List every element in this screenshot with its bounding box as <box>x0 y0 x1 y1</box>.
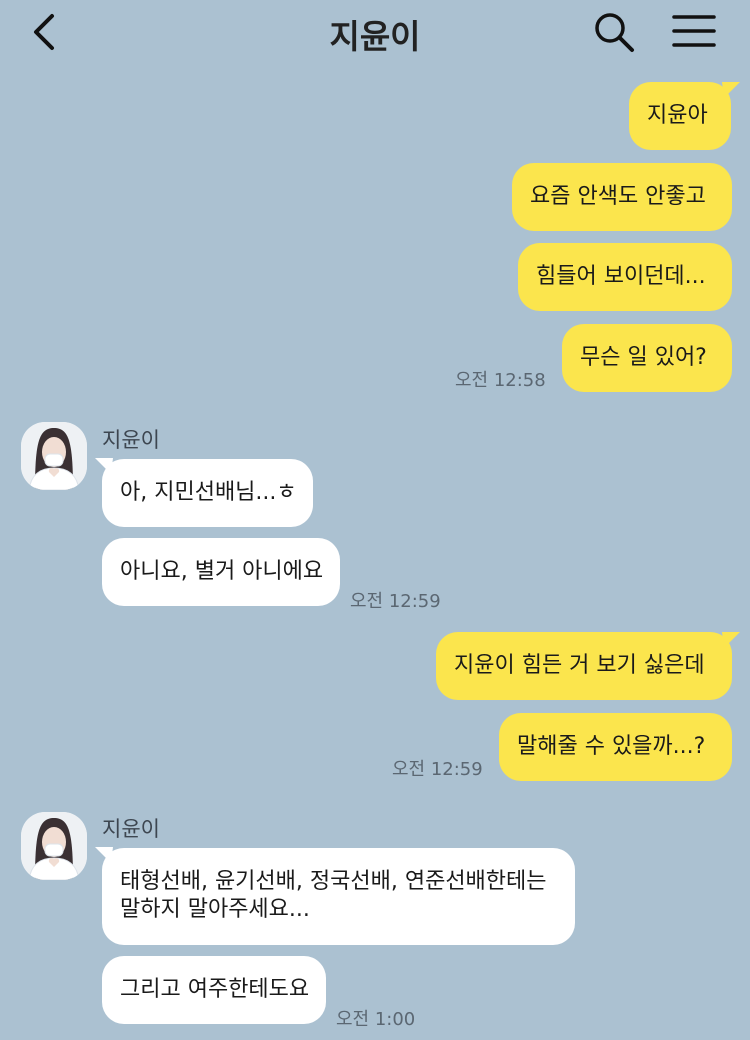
their-message-bubble[interactable]: 그리고 여주한테도요 <box>102 956 326 1024</box>
message-timestamp: 오전 12:59 <box>392 759 483 780</box>
sender-name: 지윤이 <box>102 428 160 452</box>
hamburger-menu-icon[interactable] <box>672 13 716 49</box>
my-message-bubble[interactable]: 요즘 안색도 안좋고 <box>512 163 732 231</box>
sender-name: 지윤이 <box>102 817 160 841</box>
profile-photo <box>21 812 87 880</box>
chat-title: 지윤이 <box>329 17 421 56</box>
their-message-bubble[interactable]: 태형선배, 윤기선배, 정국선배, 연준선배한테는 말하지 말아주세요... <box>102 848 575 945</box>
my-message-bubble[interactable]: 말해줄 수 있을까...? <box>499 713 732 781</box>
message-text: 힘들어 보이던데... <box>536 264 706 289</box>
message-text: 말해줄 수 있을까...? <box>517 734 706 759</box>
search-icon[interactable] <box>592 10 636 54</box>
message-text-line: 태형선배, 윤기선배, 정국선배, 연준선배한테는 <box>120 869 547 894</box>
their-message-bubble[interactable]: 아, 지민선배님...ㅎ <box>102 459 313 527</box>
message-text: 요즘 안색도 안좋고 <box>530 184 706 209</box>
message-text: 아니요, 별거 아니에요 <box>120 559 324 584</box>
message-text: 그리고 여주한테도요 <box>120 977 310 1002</box>
message-text: 지윤이 힘든 거 보기 싫은데 <box>454 653 705 678</box>
profile-photo <box>21 422 87 490</box>
avatar[interactable] <box>21 422 87 490</box>
my-message-bubble[interactable]: 힘들어 보이던데... <box>518 243 732 311</box>
message-timestamp: 오전 12:58 <box>455 370 546 391</box>
chat-header: 지윤이 <box>0 0 750 64</box>
message-text: 무슨 일 있어? <box>580 345 707 370</box>
my-message-bubble[interactable]: 지윤아 <box>629 82 731 150</box>
my-bubble-tail <box>722 632 740 648</box>
my-message-bubble[interactable]: 무슨 일 있어? <box>562 324 732 392</box>
avatar[interactable] <box>21 812 87 880</box>
message-timestamp: 오전 12:59 <box>350 591 441 612</box>
their-message-bubble[interactable]: 아니요, 별거 아니에요 <box>102 538 340 606</box>
message-timestamp: 오전 1:00 <box>336 1009 416 1030</box>
my-message-bubble[interactable]: 지윤이 힘든 거 보기 싫은데 <box>436 632 732 700</box>
my-bubble-tail <box>722 82 740 98</box>
message-text: 아, 지민선배님...ㅎ <box>120 480 297 505</box>
message-text: 지윤아 <box>647 103 708 128</box>
message-text-line: 말하지 말아주세요... <box>120 897 310 922</box>
